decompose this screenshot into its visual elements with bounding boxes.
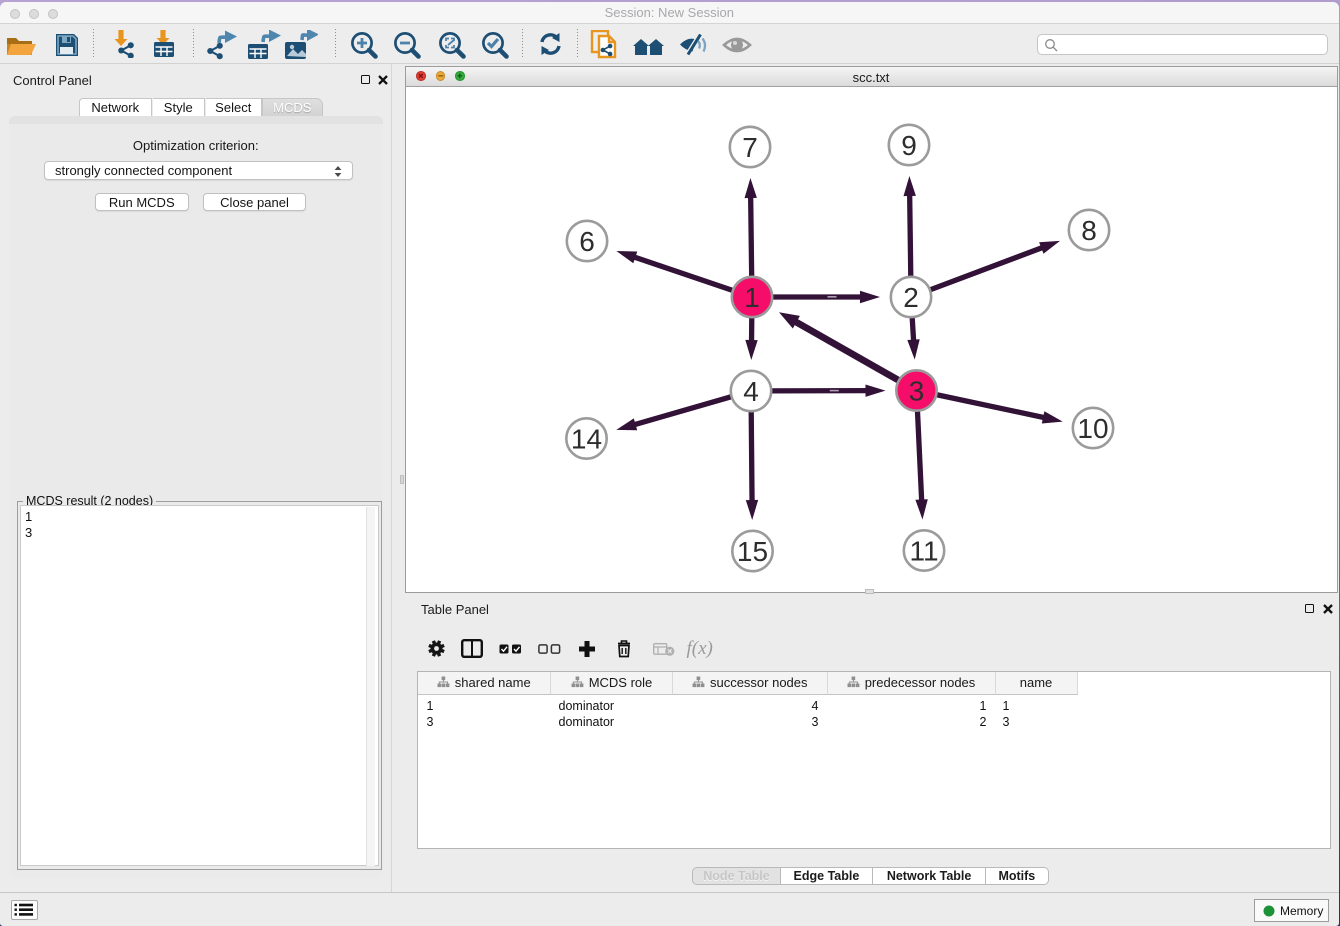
svg-text:4: 4 xyxy=(743,376,759,407)
svg-text:9: 9 xyxy=(901,130,917,161)
svg-text:11: 11 xyxy=(909,535,938,566)
svg-text:8: 8 xyxy=(1081,215,1097,246)
svg-text:1: 1 xyxy=(744,282,760,313)
svg-text:7: 7 xyxy=(742,132,758,163)
svg-text:14: 14 xyxy=(570,423,601,454)
svg-text:10: 10 xyxy=(1077,413,1108,444)
svg-text:2: 2 xyxy=(903,282,919,313)
svg-text:6: 6 xyxy=(579,226,595,257)
svg-text:15: 15 xyxy=(736,536,767,567)
svg-text:3: 3 xyxy=(908,375,924,406)
